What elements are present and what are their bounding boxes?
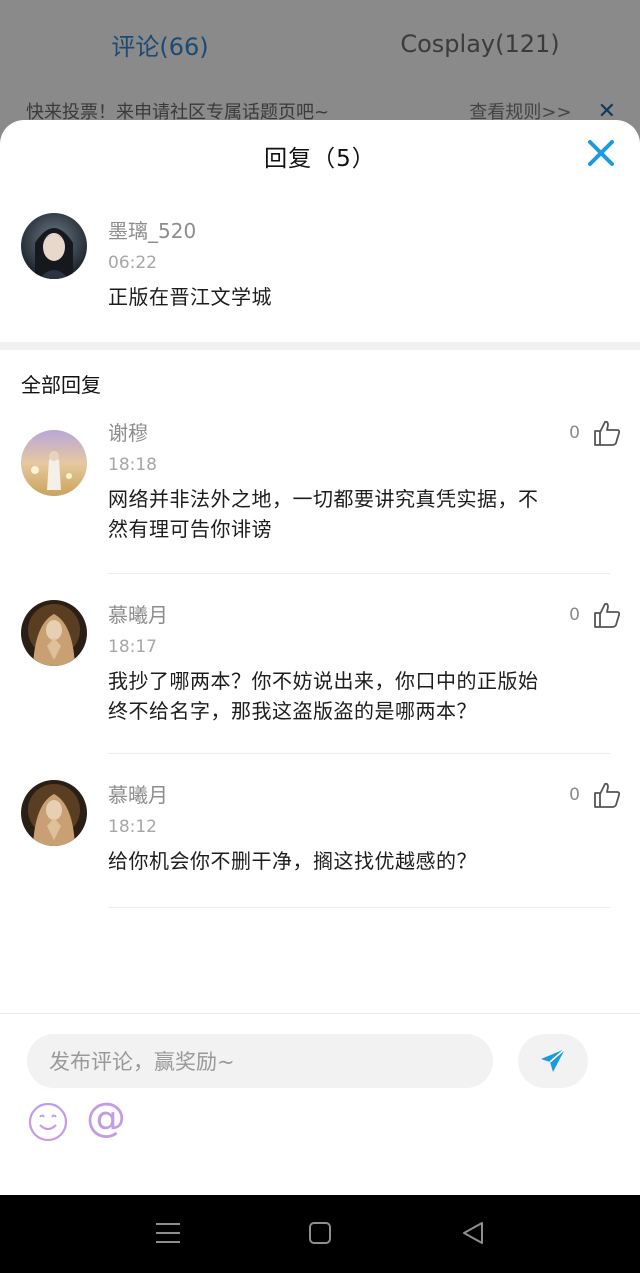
like-area: 0 bbox=[569, 418, 622, 448]
username[interactable]: 谢穆 bbox=[108, 416, 616, 448]
home-icon[interactable] bbox=[302, 1215, 338, 1251]
comment-content: 正版在晋江文学城 bbox=[108, 285, 272, 309]
like-area: 0 bbox=[569, 780, 622, 810]
thumbs-up-icon[interactable] bbox=[592, 600, 622, 630]
back-icon[interactable] bbox=[456, 1215, 492, 1251]
reply-item: 谢穆 18:18 网络并非法外之地，一切都要讲究真凭实据，不 然有理可告你诽谤 … bbox=[0, 416, 640, 574]
timestamp: 18:18 bbox=[108, 455, 157, 475]
send-icon bbox=[541, 1048, 566, 1072]
reply-item: 慕曦月 18:12 给你机会你不删干净，搁这找优越感的？ 0 bbox=[0, 754, 640, 908]
send-button[interactable] bbox=[518, 1034, 588, 1088]
reply-content: 我抄了哪两本？你不妨说出来，你口中的正版始 终不给名字，那我这盗版盗的是哪两本？ bbox=[108, 666, 616, 726]
menu-icon[interactable] bbox=[150, 1215, 186, 1251]
timestamp: 18:12 bbox=[108, 817, 157, 837]
reply-content: 给你机会你不删干净，搁这找优越感的？ bbox=[108, 846, 616, 876]
thumbs-up-icon[interactable] bbox=[592, 780, 622, 810]
mention-button[interactable]: @ bbox=[86, 1096, 130, 1140]
reply-content-line: 我抄了哪两本？你不妨说出来，你口中的正版始 bbox=[108, 669, 539, 693]
sheet-title: 回复（5） bbox=[264, 146, 376, 172]
system-nav-bar bbox=[0, 1195, 640, 1273]
comment-input-bar: 发布评论，赢奖励~ @ bbox=[0, 1013, 640, 1195]
comment-input[interactable]: 发布评论，赢奖励~ bbox=[27, 1034, 493, 1088]
tab-cosplay[interactable]: Cosplay(121) bbox=[320, 0, 640, 88]
sheet-header: 回复（5） bbox=[0, 120, 640, 192]
like-count: 0 bbox=[569, 785, 580, 805]
main-comment: 墨璃_520 06:22 正版在晋江文学城 bbox=[0, 192, 640, 342]
avatar[interactable] bbox=[21, 213, 87, 279]
avatar[interactable] bbox=[21, 600, 87, 666]
reply-content: 网络并非法外之地，一切都要讲究真凭实据，不 然有理可告你诽谤 bbox=[108, 484, 616, 544]
close-icon[interactable] bbox=[586, 138, 616, 168]
section-divider bbox=[0, 342, 640, 350]
username[interactable]: 慕曦月 bbox=[108, 778, 616, 810]
reply-content-line: 给你机会你不删干净，搁这找优越感的？ bbox=[108, 849, 477, 873]
reply-item: 慕曦月 18:17 我抄了哪两本？你不妨说出来，你口中的正版始 终不给名字，那我… bbox=[0, 574, 640, 754]
thumbs-up-icon[interactable] bbox=[592, 418, 622, 448]
reply-sheet: 回复（5） 墨璃_520 06:22 正版在晋江文学城 全部回复 谢穆 18:1… bbox=[0, 120, 640, 1195]
username[interactable]: 慕曦月 bbox=[108, 598, 616, 630]
like-count: 0 bbox=[569, 605, 580, 625]
reply-content-line: 然有理可告你诽谤 bbox=[108, 517, 272, 541]
like-count: 0 bbox=[569, 423, 580, 443]
timestamp: 06:22 bbox=[108, 253, 157, 273]
emoji-icon[interactable] bbox=[27, 1101, 69, 1143]
username[interactable]: 墨璃_520 bbox=[108, 192, 640, 246]
timestamp: 18:17 bbox=[108, 637, 157, 657]
tab-comments[interactable]: 评论(66) bbox=[0, 0, 320, 88]
like-area: 0 bbox=[569, 600, 622, 630]
divider bbox=[108, 907, 610, 908]
background-tabs: 评论(66) Cosplay(121) bbox=[0, 0, 640, 88]
all-replies-title: 全部回复 bbox=[21, 372, 101, 397]
reply-content-line: 网络并非法外之地，一切都要讲究真凭实据，不 bbox=[108, 487, 539, 511]
reply-content-line: 终不给名字，那我这盗版盗的是哪两本？ bbox=[108, 699, 477, 723]
avatar[interactable] bbox=[21, 430, 87, 496]
avatar[interactable] bbox=[21, 780, 87, 846]
